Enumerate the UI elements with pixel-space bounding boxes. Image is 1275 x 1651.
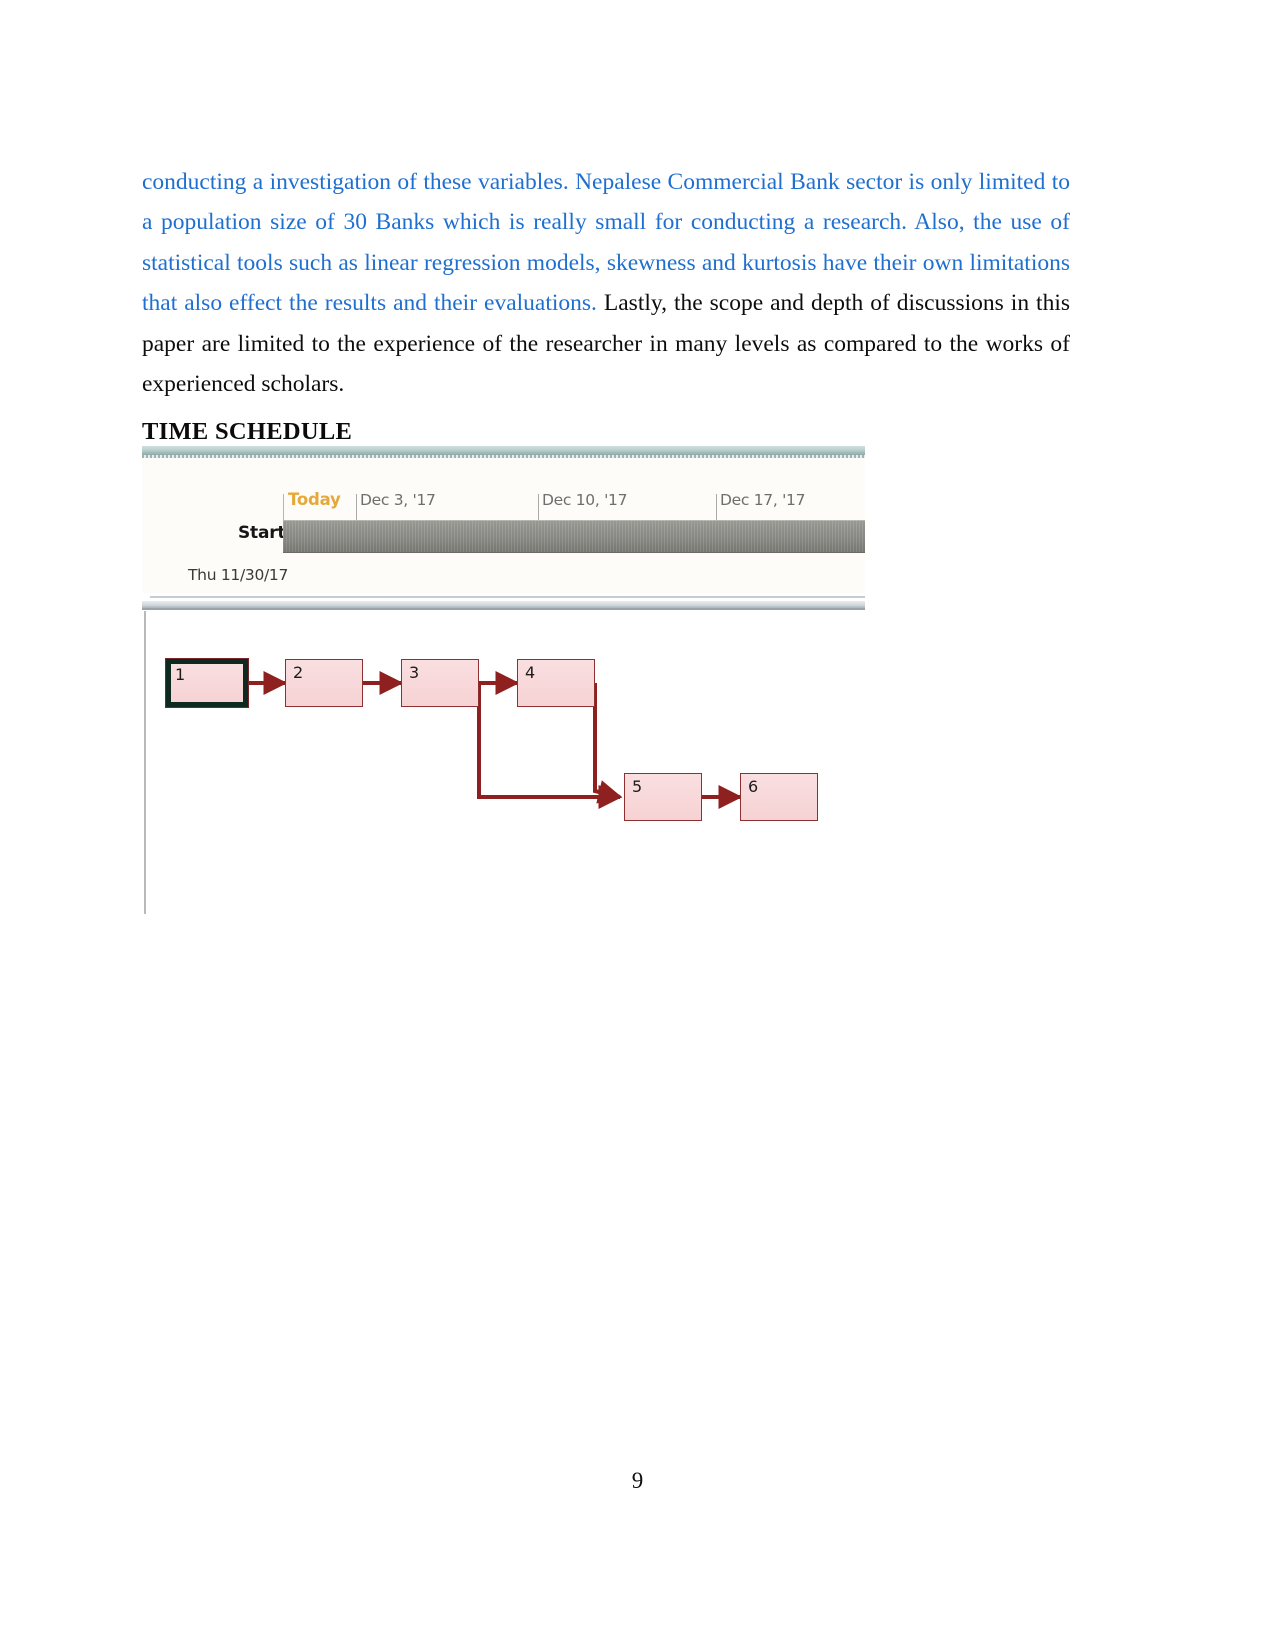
gantt-summary-bar[interactable] [283,520,865,553]
today-marker-label: Today [288,490,341,509]
gantt-body: Today Dec 3, '17 Dec 10, '17 Dec 17, '17… [142,458,865,593]
network-node-5-label: 5 [632,777,643,796]
network-node-3[interactable]: 3 [401,659,479,707]
time-schedule-figure: Today Dec 3, '17 Dec 10, '17 Dec 17, '17… [142,446,865,914]
gantt-bar-texture [283,521,865,552]
panel-divider-edge [142,608,865,610]
timeline-date-dec3: Dec 3, '17 [360,491,436,509]
network-node-5[interactable]: 5 [624,773,702,821]
document-page: conducting a investigation of these vari… [0,0,1275,1651]
network-connectors [247,671,743,809]
timeline-date-dec10: Dec 10, '17 [542,491,628,509]
network-node-3-label: 3 [409,663,420,682]
gantt-top-band [142,446,865,455]
timeline-tick-dec3 [356,494,357,522]
network-node-6[interactable]: 6 [740,773,818,821]
timeline-date-dec17: Dec 17, '17 [720,491,806,509]
body-paragraph: conducting a investigation of these vari… [142,162,1070,406]
network-node-6-label: 6 [748,777,759,796]
section-heading: TIME SCHEDULE [142,418,353,446]
timeline-tick-today [283,494,284,522]
network-node-4[interactable]: 4 [517,659,595,707]
gantt-chart-panel: Today Dec 3, '17 Dec 10, '17 Dec 17, '17… [142,446,865,593]
panel-divider-band [142,601,865,608]
network-node-4-label: 4 [525,663,536,682]
timeline-tick-dec10 [538,494,539,522]
gantt-row-label-start: Start [238,523,286,543]
gantt-start-date: Thu 11/30/17 [188,566,289,584]
network-node-2[interactable]: 2 [285,659,363,707]
page-number: 9 [631,1468,644,1493]
panel-divider-line [150,596,865,598]
timeline-tick-dec17 [716,494,717,522]
network-node-1[interactable]: 1 [166,659,248,707]
network-diagram-panel: 1 2 3 4 5 6 [142,611,865,914]
network-node-2-label: 2 [293,663,304,682]
network-node-1-label: 1 [175,665,186,684]
